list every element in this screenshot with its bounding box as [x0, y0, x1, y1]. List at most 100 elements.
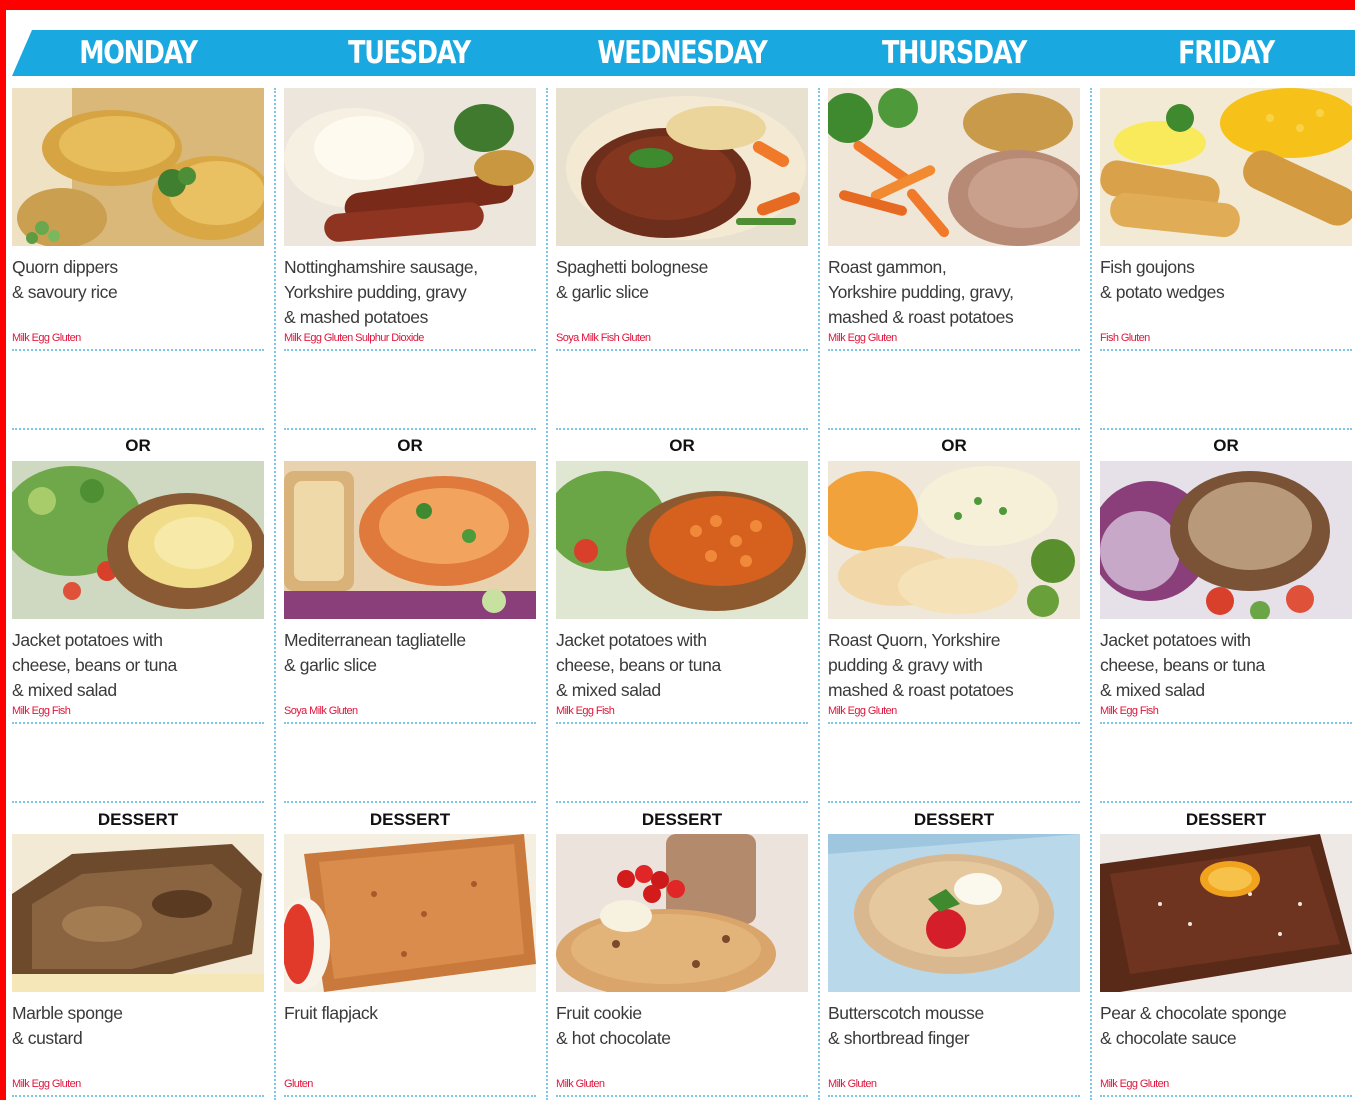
dish-line: Quorn dippers	[12, 257, 118, 277]
dotted-rule	[284, 722, 536, 724]
allergen-list: Milk Egg Gluten	[12, 1078, 81, 1090]
dotted-rule	[556, 1095, 808, 1097]
dish-line: & garlic slice	[556, 282, 649, 302]
dish-line: & chocolate sauce	[1100, 1028, 1237, 1048]
or-separator: OR	[941, 436, 967, 455]
dotted-rule	[1100, 428, 1352, 430]
allergen-list: Milk Egg Gluten	[1100, 1078, 1169, 1090]
dish-line: & mixed salad	[556, 680, 661, 700]
chocolate-sponge-photo	[1100, 834, 1352, 992]
allergen-list: Soya Milk Fish Gluten	[556, 332, 651, 344]
dotted-rule	[284, 801, 536, 803]
dish-line: Jacket potatoes with	[1100, 630, 1251, 650]
fish-goujons-photo	[1100, 88, 1352, 246]
dotted-rule	[284, 428, 536, 430]
bolognese-photo	[556, 88, 808, 246]
dessert-name: Butterscotch mousse & shortbread finger	[828, 1001, 1080, 1051]
dish-line: cheese, beans or tuna	[12, 655, 177, 675]
day-heading-monday: MONDAY	[79, 35, 198, 71]
dotted-rule	[556, 801, 808, 803]
dotted-rule	[12, 428, 264, 430]
allergen-list: Milk Gluten	[556, 1078, 605, 1090]
dessert-name: Marble sponge & custard	[12, 1001, 264, 1051]
dotted-rule	[828, 801, 1080, 803]
fruit-cookie-photo	[556, 834, 808, 992]
dessert-name: Pear & chocolate sponge & chocolate sauc…	[1100, 1001, 1352, 1051]
dish-line: cheese, beans or tuna	[1100, 655, 1265, 675]
red-frame-left	[0, 0, 6, 1100]
or-separator: OR	[125, 436, 151, 455]
dotted-rule	[12, 349, 264, 351]
marble-sponge-photo	[12, 834, 264, 992]
day-column-wednesday: Spaghetti bolognese & garlic slice Soya …	[556, 88, 808, 1100]
dotted-rule	[828, 428, 1080, 430]
dessert-separator: DESSERT	[97, 810, 179, 829]
dish-line: Jacket potatoes with	[12, 630, 163, 650]
dotted-rule	[284, 1095, 536, 1097]
weekday-banner: MONDAY TUESDAY WEDNESDAY THURSDAY FRIDAY	[12, 30, 1355, 76]
or-separator: OR	[397, 436, 423, 455]
dotted-rule	[556, 428, 808, 430]
dessert-separator: DESSERT	[641, 810, 723, 829]
dish-line: & mashed potatoes	[284, 307, 428, 327]
main-dish-name: Spaghetti bolognese & garlic slice	[556, 255, 808, 305]
allergen-list: Milk Egg Gluten	[828, 332, 897, 344]
dotted-rule	[1100, 1095, 1352, 1097]
day-column-friday: Fish goujons & potato wedges Fish Gluten…	[1100, 88, 1352, 1100]
alternative-dish-name: Jacket potatoes with cheese, beans or tu…	[1100, 628, 1352, 703]
dish-line: Fish goujons	[1100, 257, 1195, 277]
dish-line: & mixed salad	[1100, 680, 1205, 700]
dotted-rule	[1100, 801, 1352, 803]
alternative-dish-name: Roast Quorn, Yorkshire pudding & gravy w…	[828, 628, 1080, 703]
dish-line: Fruit cookie	[556, 1003, 642, 1023]
red-frame-top	[0, 0, 1355, 10]
day-heading-tuesday: TUESDAY	[348, 35, 471, 71]
column-divider	[546, 88, 548, 1100]
allergen-list: Milk Egg Gluten	[12, 332, 81, 344]
day-heading-friday: FRIDAY	[1178, 35, 1275, 71]
day-column-thursday: Roast gammon, Yorkshire pudding, gravy, …	[828, 88, 1080, 1100]
allergen-list: Milk Egg Gluten Sulphur Dioxide	[284, 332, 424, 344]
dish-line: & potato wedges	[1100, 282, 1225, 302]
dish-line: Butterscotch mousse	[828, 1003, 984, 1023]
alternative-dish-name: Jacket potatoes with cheese, beans or tu…	[556, 628, 808, 703]
or-separator: OR	[1213, 436, 1239, 455]
dish-line: Nottinghamshire sausage,	[284, 257, 478, 277]
allergen-list: Milk Egg Gluten	[828, 705, 897, 717]
allergen-list: Milk Egg Fish	[1100, 705, 1159, 717]
or-separator: OR	[669, 436, 695, 455]
dotted-rule	[12, 722, 264, 724]
dotted-rule	[556, 349, 808, 351]
dotted-rule	[1100, 349, 1352, 351]
jacket-potato-tuna-photo	[1100, 461, 1352, 619]
dish-line: Mediterranean tagliatelle	[284, 630, 466, 650]
dotted-rule	[828, 1095, 1080, 1097]
dessert-separator: DESSERT	[369, 810, 451, 829]
day-heading-wednesday: WEDNESDAY	[597, 35, 767, 71]
quorn-dippers-photo	[12, 88, 264, 246]
main-dish-name: Roast gammon, Yorkshire pudding, gravy, …	[828, 255, 1080, 330]
dish-line: & mixed salad	[12, 680, 117, 700]
dish-line: Pear & chocolate sponge	[1100, 1003, 1287, 1023]
allergen-list: Milk Gluten	[828, 1078, 877, 1090]
allergen-list: Milk Egg Fish	[12, 705, 71, 717]
dish-line: Roast gammon,	[828, 257, 947, 277]
dish-line: Roast Quorn, Yorkshire	[828, 630, 1001, 650]
dish-line: Marble sponge	[12, 1003, 123, 1023]
dish-line: mashed & roast potatoes	[828, 307, 1014, 327]
day-column-monday: Quorn dippers & savoury rice Milk Egg Gl…	[12, 88, 264, 1100]
day-column-tuesday: Nottinghamshire sausage, Yorkshire puddi…	[284, 88, 536, 1100]
dotted-rule	[556, 722, 808, 724]
roast-quorn-photo	[828, 461, 1080, 619]
dessert-name: Fruit flapjack	[284, 1001, 536, 1026]
dish-line: & custard	[12, 1028, 83, 1048]
dish-line: pudding & gravy with	[828, 655, 983, 675]
column-divider	[818, 88, 820, 1100]
dessert-separator: DESSERT	[913, 810, 995, 829]
butterscotch-mousse-photo	[828, 834, 1080, 992]
alternative-dish-name: Mediterranean tagliatelle & garlic slice	[284, 628, 536, 678]
allergen-list: Fish Gluten	[1100, 332, 1150, 344]
dessert-separator: DESSERT	[1185, 810, 1267, 829]
allergen-list: Soya Milk Gluten	[284, 705, 358, 717]
alternative-dish-name: Jacket potatoes with cheese, beans or tu…	[12, 628, 264, 703]
